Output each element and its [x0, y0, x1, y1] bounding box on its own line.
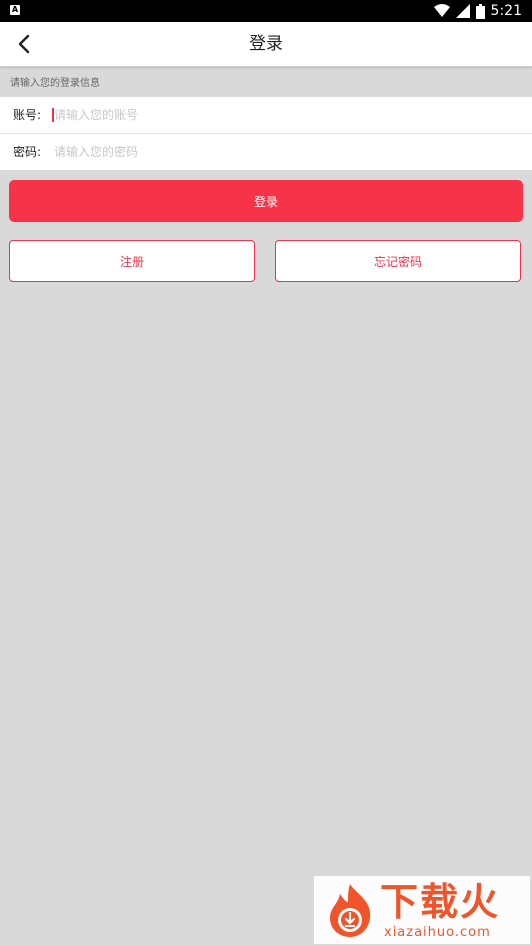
- battery-icon: [475, 3, 485, 19]
- forgot-password-button[interactable]: 忘记密码: [275, 240, 521, 282]
- status-time: 5:21: [490, 3, 522, 19]
- watermark-logo: 下载火 xiazaihuo.com: [314, 876, 530, 944]
- password-row: 密码:: [0, 134, 532, 170]
- login-hint: 请输入您的登录信息: [10, 78, 100, 89]
- password-input[interactable]: [54, 140, 514, 164]
- status-bar: A 5:21: [0, 0, 532, 22]
- app-bar: 登录: [0, 22, 532, 67]
- cell-signal-icon: [455, 4, 470, 18]
- register-button[interactable]: 注册: [9, 240, 255, 282]
- account-row: 账号:: [0, 97, 532, 134]
- watermark-site: xiazaihuo.com: [384, 925, 491, 940]
- watermark-brand: 下载火: [380, 880, 501, 924]
- page-title: 登录: [249, 34, 283, 54]
- password-label: 密码:: [13, 145, 42, 159]
- wifi-icon: [433, 4, 450, 17]
- text-cursor: [52, 108, 54, 122]
- chevron-left-icon: [18, 34, 30, 54]
- login-button[interactable]: 登录: [9, 180, 523, 222]
- account-label: 账号:: [13, 108, 42, 122]
- notification-icon: A: [10, 5, 20, 15]
- flame-download-icon: [330, 884, 371, 937]
- status-indicators: 5:21: [433, 0, 522, 22]
- account-input[interactable]: [54, 103, 514, 127]
- back-button[interactable]: [8, 28, 40, 60]
